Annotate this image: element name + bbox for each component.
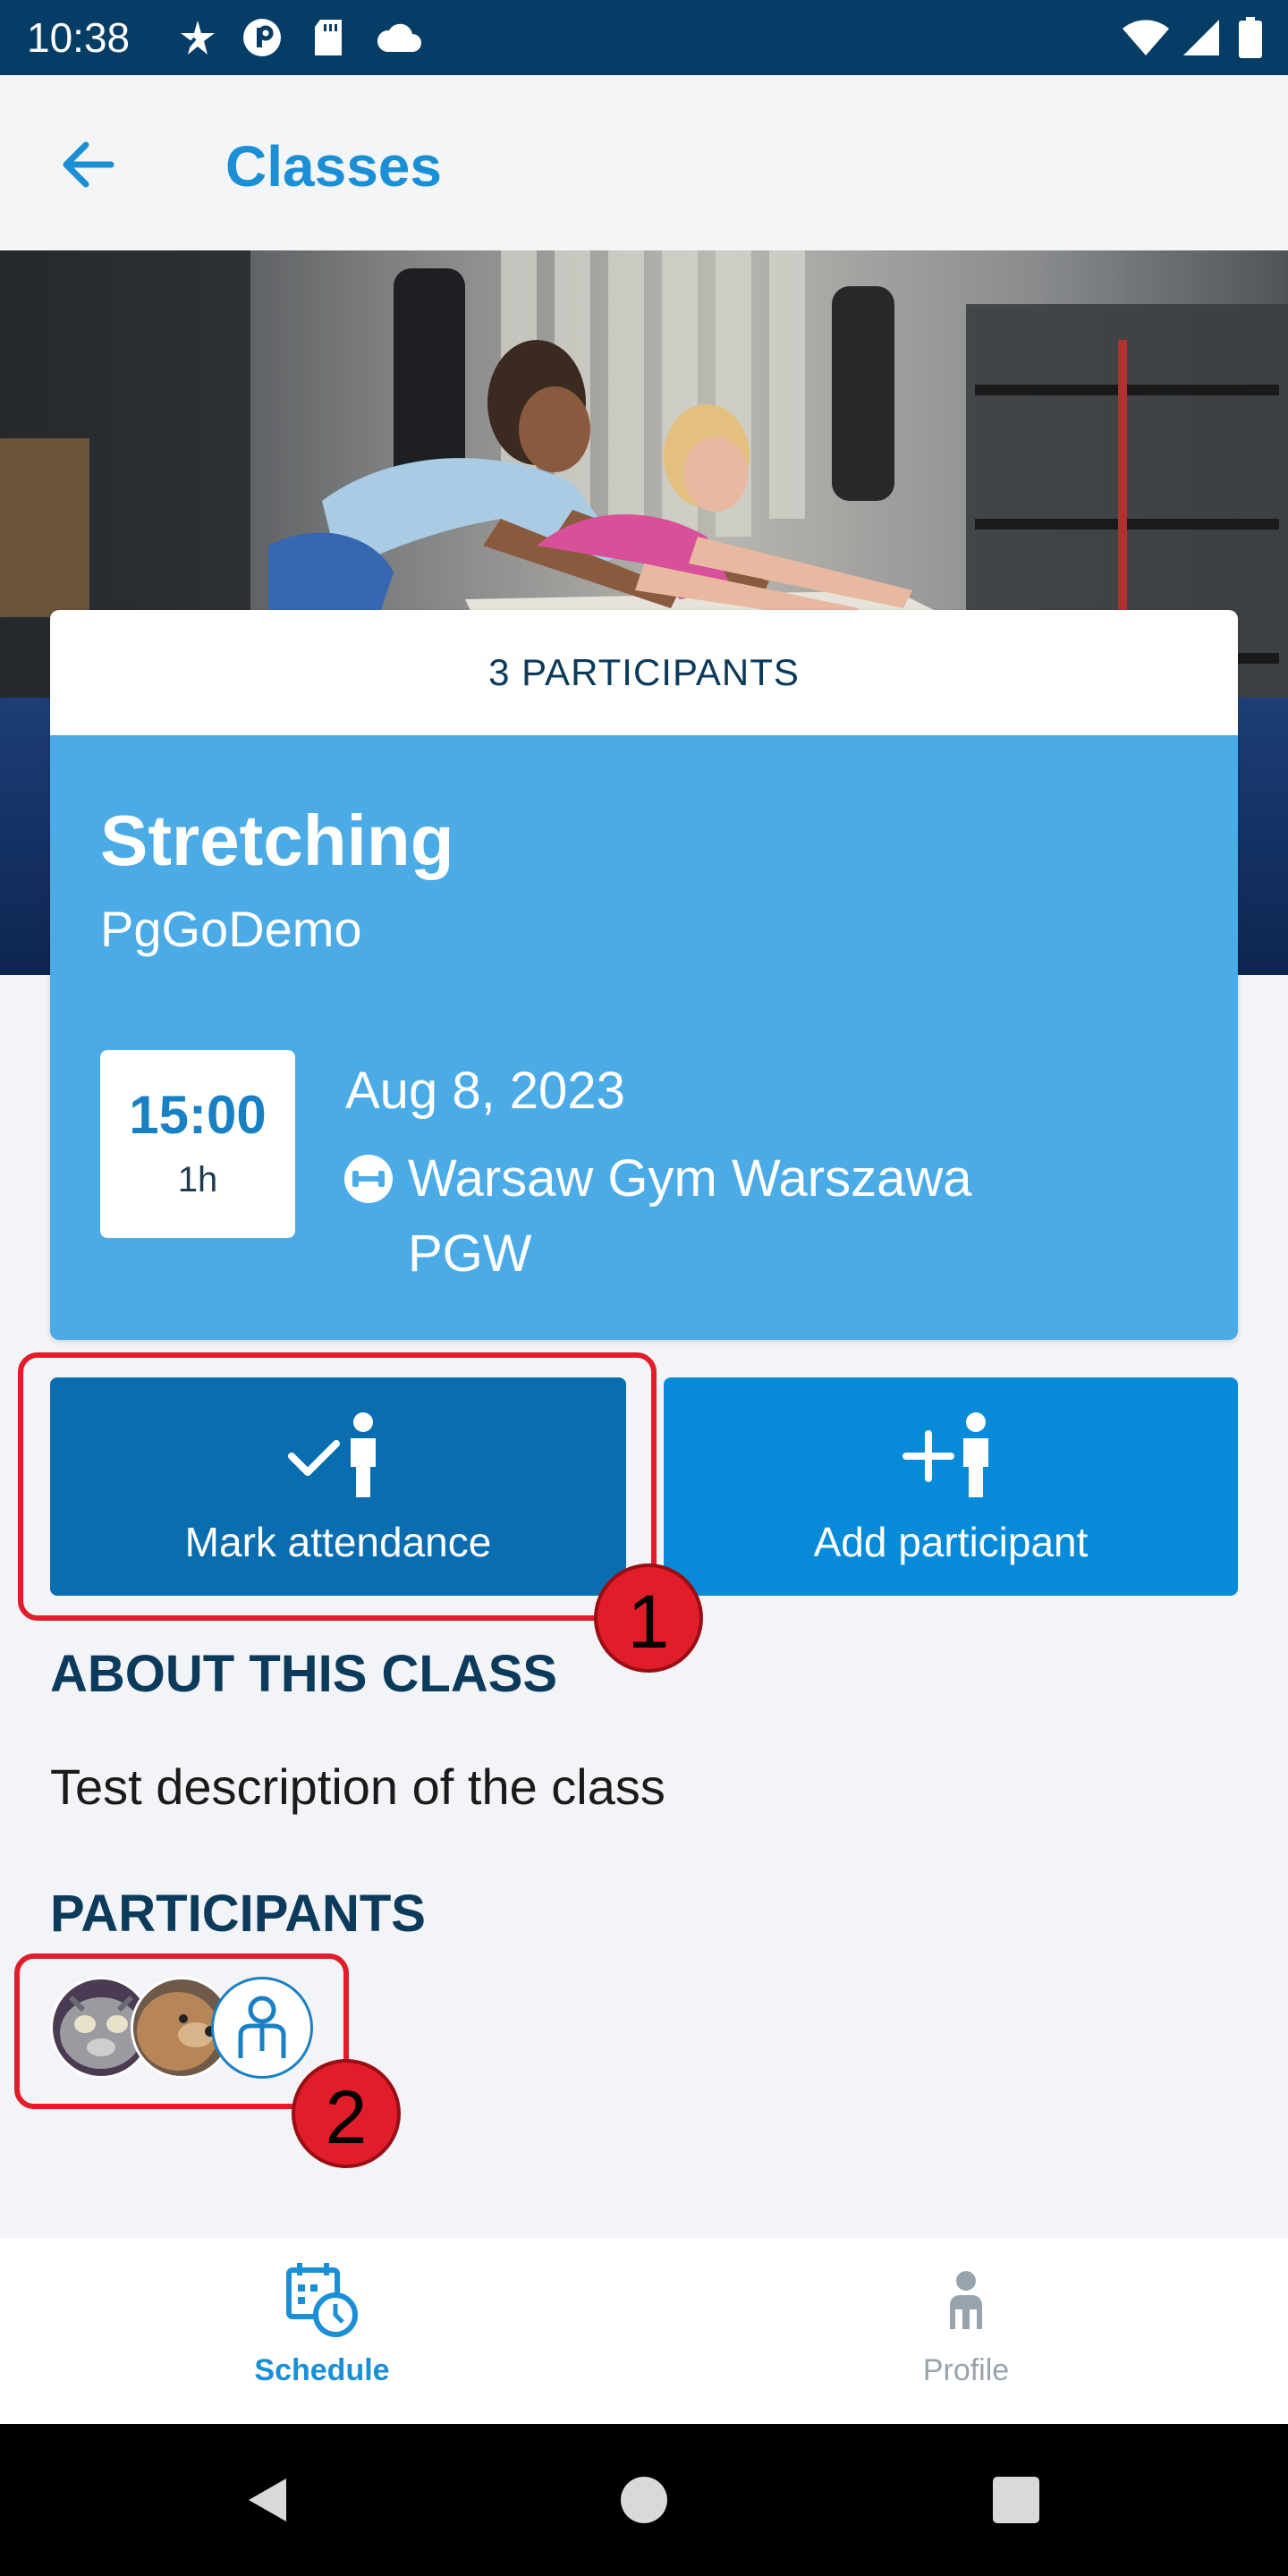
add-participant-label: Add participant: [813, 1519, 1089, 1565]
class-start-time: 15:00: [129, 1085, 267, 1145]
triangle-back-icon: [249, 2479, 286, 2521]
annotation-marker-1: 1: [594, 1563, 703, 1673]
assistant-star-icon: [174, 0, 222, 75]
back-button[interactable]: [52, 129, 123, 200]
system-home-button[interactable]: [581, 2424, 707, 2576]
add-person-icon: [902, 1412, 988, 1497]
status-bar: 10:38: [0, 0, 1288, 75]
battery-icon: [1233, 0, 1268, 75]
add-participant-button[interactable]: Add participant: [664, 1377, 1238, 1596]
nav-profile-label: Profile: [922, 2353, 1010, 2387]
class-time-box: 15:00 1h: [100, 1050, 295, 1238]
person-icon: [950, 2271, 982, 2329]
participants-count: 3 PARTICIPANTS: [488, 651, 800, 693]
signal-icon: [1179, 0, 1224, 75]
nav-schedule-label: Schedule: [254, 2353, 390, 2387]
cloud-icon: [372, 0, 426, 75]
arrow-left-icon: [63, 141, 114, 188]
page-title: Classes: [225, 134, 442, 199]
class-info-card: 3 PARTICIPANTS Stretching PgGoDemo 15:00…: [50, 610, 1238, 1340]
system-back-button[interactable]: [206, 2424, 331, 2576]
dumbbell-icon: [344, 1155, 393, 1203]
participants-count-header[interactable]: 3 PARTICIPANTS: [50, 610, 1238, 735]
app-bar: Classes: [0, 75, 1288, 250]
class-organization: PgGoDemo: [100, 901, 362, 957]
class-name: Stretching: [100, 801, 454, 880]
annotation-marker-2: 2: [292, 2059, 401, 2168]
wifi-icon: [1120, 0, 1172, 75]
square-recents-icon: [993, 2477, 1039, 2523]
nav-profile[interactable]: Profile: [644, 2238, 1288, 2424]
class-description: Test description of the class: [50, 1758, 665, 1815]
sd-card-icon: [308, 0, 349, 75]
participants-heading: PARTICIPANTS: [50, 1885, 426, 1943]
class-details: Stretching PgGoDemo 15:00 1h Aug 8, 2023…: [50, 735, 1238, 1340]
app-p-icon: [238, 0, 286, 75]
system-navigation-bar: [0, 2424, 1288, 2576]
class-date: Aug 8, 2023: [345, 1062, 625, 1120]
class-location: Warsaw Gym Warszawa PGW: [408, 1149, 972, 1283]
status-time: 10:38: [27, 14, 131, 61]
class-duration: 1h: [177, 1160, 218, 1199]
highlight-box-1: [18, 1352, 657, 1621]
circle-home-icon: [621, 2477, 667, 2523]
nav-schedule[interactable]: Schedule: [0, 2238, 644, 2424]
calendar-clock-icon: [286, 2263, 358, 2337]
system-recents-button[interactable]: [953, 2424, 1079, 2576]
about-heading: ABOUT THIS CLASS: [50, 1645, 558, 1703]
bottom-navigation: Schedule Profile: [0, 2238, 1288, 2424]
